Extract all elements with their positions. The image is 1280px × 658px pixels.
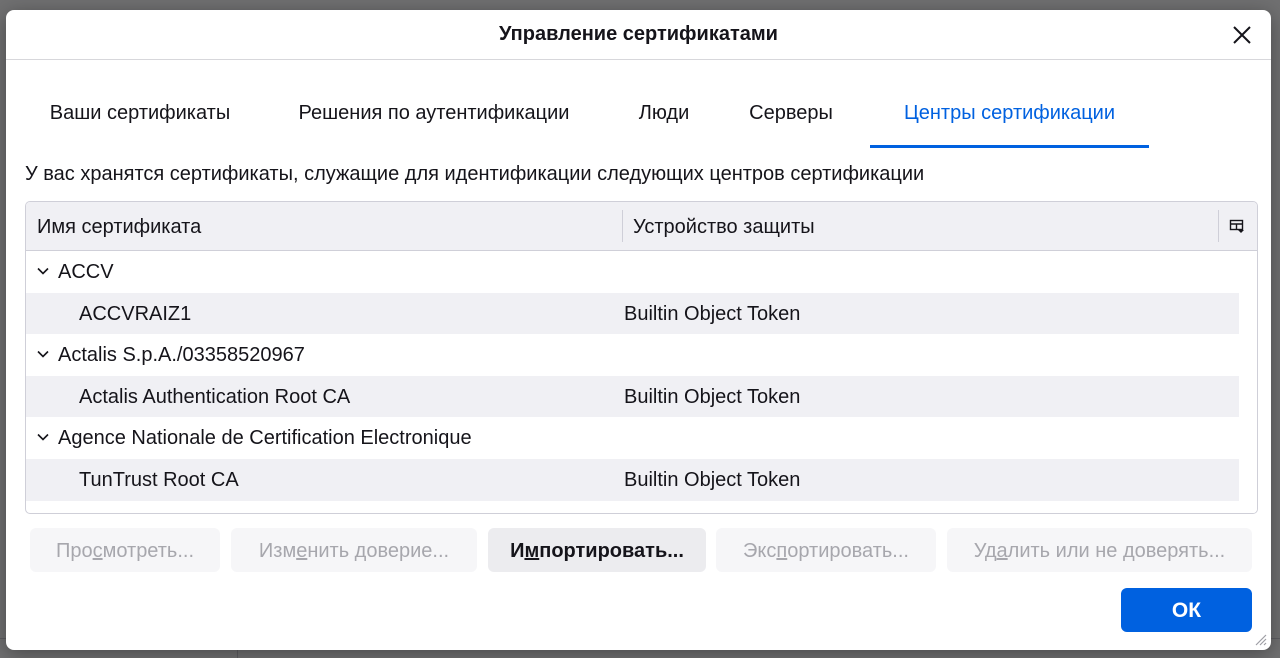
tab-your-certificates[interactable]: Ваши сертификаты [42,90,238,145]
certificate-row[interactable]: Actalis Authentication Root CA Builtin O… [26,375,1239,418]
button-label: Экс [743,540,777,562]
group-row[interactable]: ACCV [26,251,1239,293]
intro-description: У вас хранятся сертификаты, служащие для… [25,163,925,185]
column-splitter[interactable] [622,210,623,242]
button-label: И [510,540,525,562]
tab-people[interactable]: Люди [622,90,706,145]
close-button[interactable] [1227,20,1257,50]
group-name: Actalis S.p.A./03358520967 [58,344,305,367]
certificate-manager-dialog: Управление сертификатами Ваши сертификат… [6,10,1271,650]
button-label: ортировать... [787,540,909,562]
import-button[interactable]: Импортировать... [488,528,706,572]
column-picker-button[interactable] [1225,214,1249,238]
resize-grip-icon[interactable] [1253,632,1267,646]
tab-authentication-decisions[interactable]: Решения по аутентификации [284,90,584,145]
column-header-certificate-name[interactable]: Имя сертификата [37,202,617,250]
group-name: ACCV [58,261,114,283]
tree-scrollbar[interactable] [1240,251,1257,513]
column-splitter[interactable] [1218,210,1219,242]
column-header-security-device[interactable]: Устройство защиты [633,202,1213,250]
button-label: Изм [258,540,297,562]
dialog-title: Управление сертификатами [499,23,778,45]
access-key: а [996,540,1008,562]
close-icon [1233,26,1251,44]
access-key: п [776,540,788,562]
group-row[interactable]: Actalis S.p.A./03358520967 [26,334,1239,376]
access-key: с [92,540,103,562]
chevron-down-icon[interactable] [36,347,50,361]
tab-servers[interactable]: Серверы [739,90,843,145]
button-label: портировать... [539,540,684,562]
certificate-name: ACCVRAIZ1 [79,302,192,325]
chevron-down-icon[interactable] [36,430,50,444]
ok-button[interactable]: ОК [1121,588,1252,632]
group-name: Agence Nationale de Certification Electr… [58,427,472,450]
certificate-tree: Имя сертификата Устройство защиты ACCV A… [25,201,1258,514]
certificate-row[interactable]: TunTrust Root CA Builtin Object Token [26,458,1239,501]
tab-authorities[interactable]: Центры сертификации [870,90,1149,148]
delete-or-distrust-button[interactable]: Удалить или не доверять... [947,528,1252,572]
access-key: е [296,540,308,562]
column-picker-icon [1229,219,1244,233]
export-button[interactable]: Экспортировать... [716,528,936,572]
dialog-titlebar: Управление сертификатами [6,10,1271,60]
security-device: Builtin Object Token [624,385,801,408]
certificate-name: TunTrust Root CA [79,468,239,491]
button-label: Уд [973,540,997,562]
button-label: мотреть... [102,540,195,562]
certificate-name: Actalis Authentication Root CA [79,385,351,408]
edit-trust-button[interactable]: Изменить доверие... [231,528,477,572]
button-label: Про [55,540,93,562]
button-label: лить или не доверять... [1007,540,1226,562]
button-label: нить доверие... [307,540,450,562]
tab-strip: Ваши сертификаты Решения по аутентификац… [6,90,1271,148]
action-buttons: Просмотреть... Изменить доверие... Импор… [6,528,1271,574]
chevron-down-icon[interactable] [36,264,50,278]
security-device: Builtin Object Token [624,302,801,325]
security-device: Builtin Object Token [624,468,801,491]
tree-header: Имя сертификата Устройство защиты [26,202,1257,251]
access-key: м [524,540,540,562]
view-button[interactable]: Просмотреть... [30,528,220,572]
certificate-row[interactable]: ACCVRAIZ1 Builtin Object Token [26,292,1239,335]
tree-rows: ACCV ACCVRAIZ1 Builtin Object Token Acta… [26,251,1239,501]
group-row[interactable]: Agence Nationale de Certification Electr… [26,417,1239,459]
